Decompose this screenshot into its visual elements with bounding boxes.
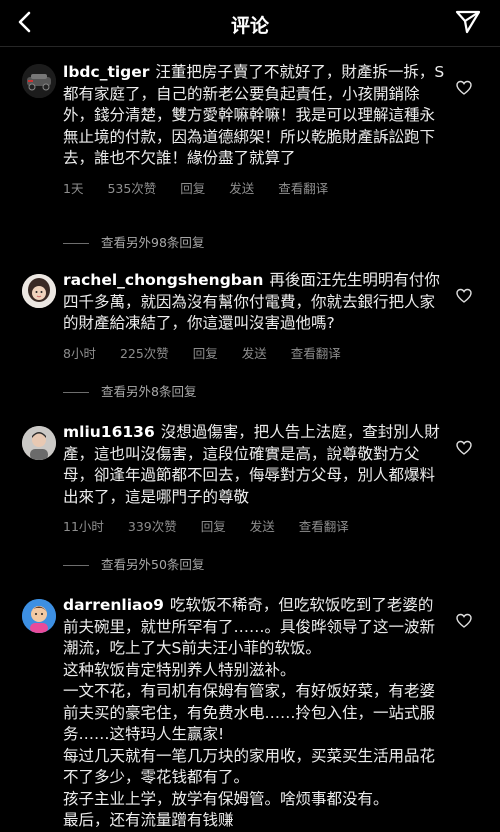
view-replies-link[interactable]: 查看另外8条回复 bbox=[63, 381, 196, 400]
comment-meta: 11小时 339次赞 回复 发送 查看翻译 bbox=[63, 516, 448, 535]
comment-body: mliu16136 沒想過傷害，把人告上法庭，查封別人財產，這也叫沒傷害，這段位確… bbox=[63, 422, 448, 535]
heart-outline-icon[interactable] bbox=[456, 80, 472, 96]
reply-button[interactable]: 回复 bbox=[201, 519, 226, 534]
comment-paragraph: 最后，还有流量蹭有钱赚 bbox=[63, 811, 234, 829]
avatar[interactable] bbox=[22, 64, 56, 98]
comment-text: rachel_chongshengban 再後面汪先生明明有付你四千多萬，就因為沒… bbox=[63, 271, 440, 332]
comment-paragraph: 孩子主业上学，放学有保姆管。啥烦事都没有。 bbox=[63, 789, 389, 808]
comment-paragraph: 一文不花，有司机有保姆有管家，有好饭好菜，有老婆前夫买的豪宅住，有免费水电……拎… bbox=[63, 682, 436, 743]
send-button[interactable]: 发送 bbox=[250, 519, 275, 534]
page-title: 评论 bbox=[230, 15, 269, 37]
avatar[interactable] bbox=[22, 274, 56, 308]
comment-text: darrenliao9 吃软饭不稀奇，但吃软饭吃到了老婆的前夫碗里，就世所罕有了…… bbox=[63, 596, 436, 657]
translate-button[interactable]: 查看翻译 bbox=[278, 181, 328, 196]
username[interactable]: mliu16136 bbox=[63, 423, 155, 441]
comment-body: lbdc_tiger 汪董把房子賣了不就好了，財產拆一拆，S都有家庭了，自己的新老… bbox=[63, 62, 448, 197]
username[interactable]: lbdc_tiger bbox=[63, 63, 149, 81]
heart-outline-icon[interactable] bbox=[456, 288, 472, 304]
send-button[interactable]: 发送 bbox=[242, 346, 267, 361]
translate-button[interactable]: 查看翻译 bbox=[291, 346, 341, 361]
view-replies-link[interactable]: 查看另外50条回复 bbox=[63, 554, 204, 573]
username[interactable]: rachel_chongshengban bbox=[63, 271, 263, 289]
translate-button[interactable]: 查看翻译 bbox=[299, 519, 349, 534]
reply-button[interactable]: 回复 bbox=[180, 181, 205, 196]
comment-paragraph: 这种软饭肯定特别养人特别滋补。 bbox=[63, 660, 296, 679]
heart-outline-icon[interactable] bbox=[456, 613, 472, 629]
reply-button[interactable]: 回复 bbox=[193, 346, 218, 361]
username[interactable]: darrenliao9 bbox=[63, 596, 164, 614]
top-bar: 评论 bbox=[0, 0, 500, 47]
view-replies-link[interactable]: 查看另外98条回复 bbox=[63, 232, 204, 251]
comment-paragraph: 每过几天就有一笔几万块的家用收，买菜买生活用品花不了多少，零花钱都有了。 bbox=[63, 746, 436, 787]
send-paper-plane-icon[interactable] bbox=[454, 8, 482, 36]
comment-text: mliu16136 沒想過傷害，把人告上法庭，查封別人財產，這也叫沒傷害，這段位確… bbox=[63, 423, 440, 506]
likes-count[interactable]: 535次赞 bbox=[107, 181, 156, 196]
avatar[interactable] bbox=[22, 599, 56, 633]
comment-body: rachel_chongshengban 再後面汪先生明明有付你四千多萬，就因為沒… bbox=[63, 270, 448, 362]
avatar[interactable] bbox=[22, 426, 56, 460]
comment-time: 11小时 bbox=[63, 519, 104, 534]
likes-count[interactable]: 225次赞 bbox=[120, 346, 169, 361]
heart-outline-icon[interactable] bbox=[456, 440, 472, 456]
comment-meta: 1天 535次赞 回复 发送 查看翻译 bbox=[63, 178, 448, 197]
comment-time: 1天 bbox=[63, 180, 84, 196]
send-button[interactable]: 发送 bbox=[229, 181, 254, 196]
likes-count[interactable]: 339次赞 bbox=[128, 519, 177, 534]
comment-time: 8小时 bbox=[63, 345, 96, 361]
comment-meta: 8小时 225次赞 回复 发送 查看翻译 bbox=[63, 343, 448, 362]
comment-text: lbdc_tiger 汪董把房子賣了不就好了，財產拆一拆，S都有家庭了，自己的新老… bbox=[63, 63, 445, 167]
comment-body: darrenliao9 吃软饭不稀奇，但吃软饭吃到了老婆的前夫碗里，就世所罕有了…… bbox=[63, 595, 448, 832]
